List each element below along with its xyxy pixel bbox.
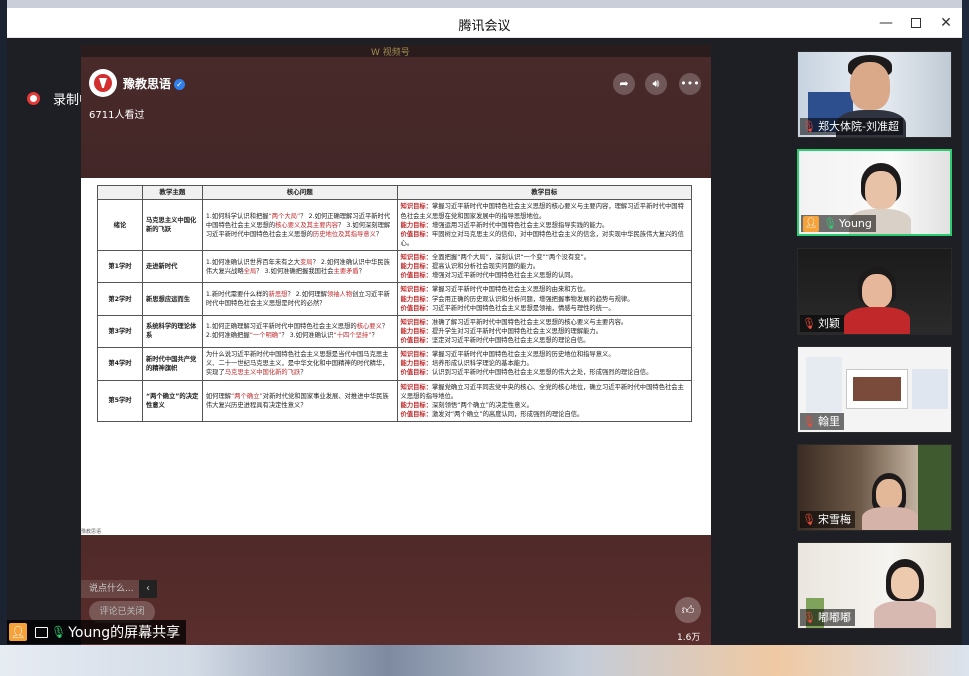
lesson-period: 第4学时 bbox=[97, 347, 143, 381]
mic-icon: 🎙︎ bbox=[51, 625, 67, 639]
lesson-theme: 系统科学的理论体系 bbox=[141, 314, 203, 349]
participant-name-tag: 🎙︎ 翰里 bbox=[800, 413, 844, 430]
presenter-label[interactable]: 👤︎ 🎙︎ Young的屏幕共享 bbox=[7, 620, 187, 644]
mic-muted-icon: 🎙︎ bbox=[802, 317, 816, 330]
lesson-theme: 新思想应运而生 bbox=[141, 282, 203, 316]
participant-tile-active[interactable]: 👤︎ 🎙︎ Young bbox=[797, 149, 952, 236]
participant-name: Young bbox=[838, 217, 872, 230]
mic-icon: 🎙︎ bbox=[823, 217, 837, 230]
core-question: 1.如何准确认识世界百年未有之大变局？ 2.如何准确认识中华民族伟大复兴战略全局… bbox=[201, 250, 398, 284]
shared-topbar: W 视频号 bbox=[81, 45, 711, 58]
participant-name: 刘颖 bbox=[817, 317, 840, 330]
table-header: 教学目标 bbox=[396, 184, 693, 201]
title-bar[interactable]: 腾讯会议 — ✕ bbox=[7, 8, 962, 38]
lesson-period: 第5学时 bbox=[97, 379, 143, 423]
lesson-period: 第2学时 bbox=[97, 282, 143, 316]
lesson-theme: “两个确立”的决定性意义 bbox=[141, 379, 203, 423]
window-title: 腾讯会议 bbox=[458, 19, 511, 34]
screen-share-icon bbox=[35, 626, 48, 638]
table-row: 绪论 马克思主义中国化新的飞跃 1.如何科学认识和把握“两个大局”？ 2.如何正确理… bbox=[97, 199, 693, 252]
mic-muted-icon: 🎙︎ bbox=[802, 120, 816, 133]
share-arrow-icon[interactable]: ➦ bbox=[613, 73, 635, 95]
table-row: 第1学时 走进新时代 1.如何准确认识世界百年未有之大变局？ 2.如何准确认识中华民… bbox=[97, 250, 693, 284]
user-avatar-icon: 👤︎ bbox=[9, 623, 27, 641]
channels-logo: W 视频号 bbox=[371, 48, 410, 58]
lesson-period: 绪论 bbox=[97, 199, 143, 252]
teaching-goal: 知识目标：掌握习近平新时代中国特色社会主义思想的历史地位和指导意义。 能力目标：培… bbox=[396, 347, 693, 381]
core-question: 为什么说习近平新时代中国特色社会主义思想是当代中国马克思主义、二十一世纪马克思主… bbox=[201, 347, 398, 381]
slide: 教学主题 核心问题 教学目标 绪论 马克思主义中国化新的飞跃 1.如何科学认识和把握… bbox=[81, 178, 711, 535]
meeting-window: 腾讯会议 — ✕ 录制中 W 视频号 豫教思语 ✓ 6711人看过 ➦ 🔊︎ ••… bbox=[7, 8, 962, 645]
more-icon[interactable]: ••• bbox=[679, 73, 701, 95]
speaker-icon[interactable]: 🔊︎ bbox=[645, 73, 667, 95]
core-question: 1.如何科学认识和把握“两个大局”？ 2.如何正确理解习近平新时代中国特色社会主… bbox=[201, 199, 398, 252]
teaching-goal: 知识目标：全面把握“两个大局”，深刻认识“一个变”“两个没有变”。 能力目标：提高… bbox=[396, 250, 693, 284]
desktop-background-left bbox=[0, 0, 7, 676]
lesson-period: 第3学时 bbox=[97, 314, 143, 349]
teaching-plan-table: 教学主题 核心问题 教学目标 绪论 马克思主义中国化新的飞跃 1.如何科学认识和把握… bbox=[97, 184, 693, 423]
lesson-theme: 走进新时代 bbox=[141, 250, 203, 284]
table-header bbox=[97, 184, 143, 201]
participant-name: 翰里 bbox=[817, 415, 840, 428]
close-icon[interactable]: ✕ bbox=[935, 13, 957, 33]
presenter-name: Young的屏幕共享 bbox=[68, 625, 181, 641]
mic-muted-icon: 🎙︎ bbox=[802, 611, 816, 624]
participant-tile[interactable]: 🎙︎ 嘟嘟嘟 bbox=[797, 542, 952, 629]
meeting-content: 录制中 W 视频号 豫教思语 ✓ 6711人看过 ➦ 🔊︎ ••• 教学主题 核心… bbox=[7, 38, 962, 645]
table-header: 教学主题 bbox=[141, 184, 203, 201]
channel-name[interactable]: 豫教思语 bbox=[123, 77, 171, 91]
view-count: 6711人看过 bbox=[89, 110, 145, 121]
lesson-period: 第1学时 bbox=[97, 250, 143, 284]
core-question: 1.新时代需要什么样的新思想？ 2.如何理解领袖人物创立习近平新时代中国特色社会… bbox=[201, 282, 398, 316]
user-avatar-icon: 👤︎ bbox=[803, 215, 819, 232]
mic-muted-icon: 🎙︎ bbox=[802, 415, 816, 428]
table-row: 第2学时 新思想应运而生 1.新时代需要什么样的新思想？ 2.如何理解领袖人物创立习… bbox=[97, 282, 693, 316]
participant-name-tag: 🎙︎ 宋雪梅 bbox=[800, 511, 855, 528]
desktop-background-top bbox=[0, 0, 969, 8]
participant-name-tag: 🎙︎ 郑大体院-刘准超 bbox=[800, 118, 903, 135]
lesson-theme: 马克思主义中国化新的飞跃 bbox=[141, 199, 203, 252]
teaching-goal: 知识目标：掌握习近平新时代中国特色社会主义思想的核心要义与主要内容，理解习近平新… bbox=[396, 199, 693, 252]
participant-name: 嘟嘟嘟 bbox=[817, 611, 851, 624]
teaching-goal: 知识目标：准确了解习近平新时代中国特色社会主义思想的核心要义与主要内容。 能力目标… bbox=[396, 314, 693, 349]
participant-name-tag: 🎙︎ 刘颖 bbox=[800, 315, 844, 332]
core-question: 1.如何正确理解习近平新时代中国特色社会主义思想的核心要义？ 2.如何准确把握“… bbox=[201, 314, 398, 349]
shared-screen[interactable]: W 视频号 豫教思语 ✓ 6711人看过 ➦ 🔊︎ ••• 教学主题 核心问题 教… bbox=[81, 45, 711, 645]
minimize-icon[interactable]: — bbox=[875, 13, 897, 33]
record-icon bbox=[27, 91, 40, 105]
channel-name-row[interactable]: 豫教思语 ✓ bbox=[123, 75, 186, 92]
mic-muted-icon: 🎙︎ bbox=[802, 513, 816, 526]
participant-tile[interactable]: 🎙︎ 翰里 bbox=[797, 346, 952, 433]
channel-avatar[interactable] bbox=[89, 69, 117, 97]
core-question: 如何理解“两个确立”对新时代党和国家事业发展、对推进中华民族伟大复兴历史进程具有… bbox=[201, 379, 398, 423]
table-row: 第4学时 新时代中国共产党的精神旗帜 为什么说习近平新时代中国特色社会主义思想是当代… bbox=[97, 347, 693, 381]
slide-footer: 豫教思语 bbox=[81, 529, 102, 535]
like-count: 1.6万 bbox=[677, 633, 701, 643]
teaching-goal: 知识目标：掌握党确立习近平同志党中央的核心、全党的核心地位，确立习近平新时代中国… bbox=[396, 379, 693, 423]
table-row: 第3学时 系统科学的理论体系 1.如何正确理解习近平新时代中国特色社会主义思想的核心… bbox=[97, 314, 693, 349]
thumbs-up-icon[interactable]: 👍︎ bbox=[675, 597, 701, 623]
participant-name: 郑大体院-刘准超 bbox=[817, 120, 899, 133]
lesson-theme: 新时代中国共产党的精神旗帜 bbox=[141, 347, 203, 381]
verified-icon: ✓ bbox=[174, 79, 186, 90]
desktop-background-bottom bbox=[0, 645, 969, 676]
participant-tile[interactable]: 🎙︎ 刘颖 bbox=[797, 248, 952, 335]
table-header-row: 教学主题 核心问题 教学目标 bbox=[97, 184, 693, 201]
participant-name-tag: 👤︎ 🎙︎ Young bbox=[801, 215, 876, 232]
participant-name-tag: 🎙︎ 嘟嘟嘟 bbox=[800, 609, 855, 626]
desktop-background-right bbox=[962, 0, 969, 676]
table-header: 核心问题 bbox=[201, 184, 398, 201]
collapse-arrow-icon[interactable]: ‹ bbox=[139, 580, 157, 598]
table-row: 第5学时 “两个确立”的决定性意义 如何理解“两个确立”对新时代党和国家事业发展、对… bbox=[97, 379, 693, 423]
participant-tile[interactable]: 🎙︎ 宋雪梅 bbox=[797, 444, 952, 531]
maximize-icon[interactable] bbox=[905, 13, 927, 33]
teaching-goal: 知识目标：掌握习近平新时代中国特色社会主义思想的由来和方位。 能力目标：学会用正确… bbox=[396, 282, 693, 316]
participant-tile[interactable]: 🎙︎ 郑大体院-刘准超 bbox=[797, 51, 952, 138]
participant-name: 宋雪梅 bbox=[817, 513, 851, 526]
